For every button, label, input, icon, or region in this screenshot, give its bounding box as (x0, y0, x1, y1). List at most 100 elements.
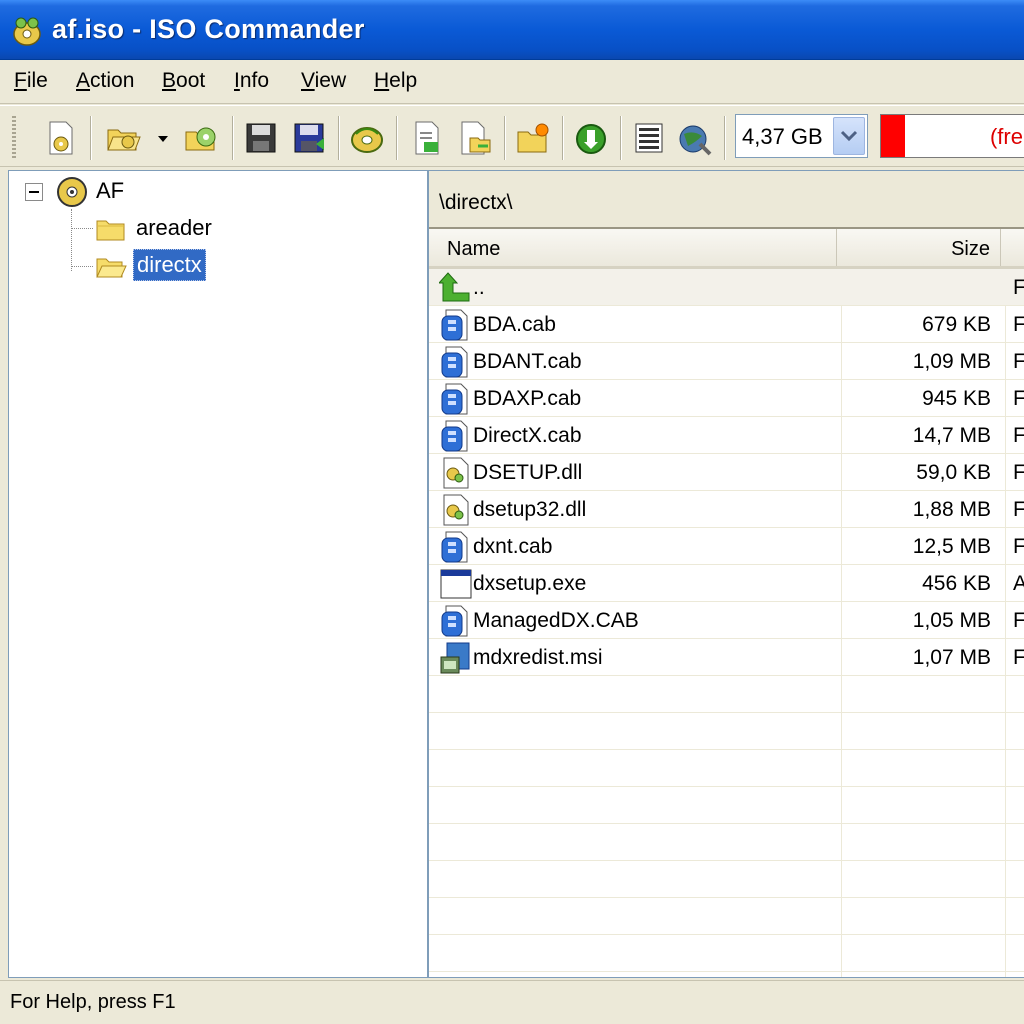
toolbar-separator (396, 116, 398, 160)
file-attribute: F (1013, 424, 1024, 448)
folder-tree[interactable]: AF areader directx (8, 170, 428, 978)
new-image-button[interactable] (42, 118, 80, 158)
file-list-pane: \directx\ Name Size ..FBDA.cab679 KBFBDA… (428, 170, 1024, 978)
file-name: ManagedDX.CAB (473, 609, 639, 632)
file-attribute: F (1013, 609, 1024, 633)
menu-action-key: A (76, 69, 91, 92)
file-row[interactable]: BDANT.cab 1,09 MB F (429, 343, 1024, 380)
empty-row (429, 750, 1024, 787)
free-space-suffix: (fre (989, 124, 1023, 149)
open-recent-button[interactable] (182, 118, 220, 158)
file-row[interactable]: DirectX.cab 14,7 MB F (429, 417, 1024, 454)
file-row[interactable]: mdxredist.msi 1,07 MB F (429, 639, 1024, 676)
internet-button[interactable] (676, 118, 714, 158)
file-row[interactable]: dsetup32.dll 1,88 MB F (429, 491, 1024, 528)
toolbar (0, 105, 1024, 167)
title-bar[interactable]: af.iso - ISO Commander (0, 0, 1024, 60)
file-list: ..FBDA.cab679 KBFBDANT.cab1,09 MBFBDAXP.… (429, 269, 1024, 977)
file-attribute: A (1013, 572, 1024, 596)
menu-file[interactable]: File (14, 69, 48, 93)
menu-action-rest: ction (90, 69, 135, 92)
chevron-down-icon (158, 136, 168, 142)
empty-row (429, 935, 1024, 972)
disc-icon (351, 127, 383, 153)
file-attribute: F (1013, 461, 1024, 485)
disc-capacity-value: 4,37 GB (742, 124, 823, 149)
cab-file-icon (439, 345, 473, 379)
cab-file-icon (439, 419, 473, 453)
empty-row (429, 787, 1024, 824)
file-size: 1,09 MB (912, 350, 991, 373)
file-name: .. (473, 276, 485, 299)
column-header-size[interactable]: Size (837, 229, 1001, 266)
extract-button[interactable] (572, 118, 610, 158)
file-name: mdxredist.msi (473, 646, 603, 669)
file-attribute: F (1013, 313, 1024, 337)
file-name: dxnt.cab (473, 535, 553, 558)
status-bar: For Help, press F1 (0, 980, 1024, 1024)
parent-directory-row[interactable]: .. F (429, 269, 1024, 306)
open-folder-icon (107, 129, 141, 151)
new-folder-button[interactable] (514, 118, 552, 158)
menu-help[interactable]: Help (374, 69, 417, 93)
file-name: dsetup32.dll (473, 498, 587, 521)
chevron-down-icon (840, 130, 858, 142)
folder-icon (95, 213, 127, 243)
file-size: 1,07 MB (912, 646, 991, 669)
collapse-toggle[interactable] (25, 183, 43, 201)
capacity-dropdown-button[interactable] (833, 117, 865, 155)
tree-item-areader[interactable]: areader (133, 213, 215, 243)
burn-button[interactable] (348, 118, 386, 158)
file-row[interactable]: BDAXP.cab 945 KB F (429, 380, 1024, 417)
menu-info-rest: nfo (239, 69, 270, 92)
toolbar-separator (724, 116, 726, 160)
tree-item-directx[interactable]: directx (133, 249, 206, 281)
disc-folder-icon (185, 127, 216, 151)
new-folder-icon (517, 123, 549, 153)
file-row[interactable]: dxsetup.exe 456 KB A (429, 565, 1024, 602)
file-size: 1,88 MB (912, 498, 991, 521)
open-folder-icon (95, 251, 127, 281)
toolbar-grip[interactable] (12, 116, 16, 160)
add-folder-button[interactable] (456, 118, 494, 158)
file-name: BDANT.cab (473, 350, 582, 373)
add-files-button[interactable] (408, 118, 446, 158)
menu-info[interactable]: Info (234, 69, 269, 93)
file-name: BDA.cab (473, 313, 556, 336)
free-space-label: 667 MB (fre (908, 124, 1023, 150)
menu-boot-key: B (162, 69, 177, 92)
column-header-attributes[interactable] (1001, 229, 1024, 266)
tree-root-label[interactable]: AF (93, 176, 127, 206)
open-button[interactable] (104, 118, 142, 158)
dll-file-icon (439, 493, 473, 527)
up-folder-icon (437, 271, 473, 305)
current-path: \directx\ (439, 191, 513, 214)
column-header: Name Size (429, 229, 1024, 269)
save-button[interactable] (242, 118, 280, 158)
file-size: 945 KB (922, 387, 991, 410)
file-name: BDAXP.cab (473, 387, 582, 410)
file-name: DirectX.cab (473, 424, 582, 447)
extract-icon (576, 124, 606, 154)
window-title: af.iso - ISO Commander (52, 14, 365, 44)
open-dropdown-button[interactable] (144, 118, 168, 158)
menu-view-key: V (301, 69, 315, 92)
properties-button[interactable] (630, 118, 668, 158)
toolbar-separator (232, 116, 234, 160)
file-size: 59,0 KB (916, 461, 991, 484)
toolbar-separator (620, 116, 622, 160)
cab-file-icon (439, 382, 473, 416)
file-row[interactable]: BDA.cab 679 KB F (429, 306, 1024, 343)
menu-boot[interactable]: Boot (162, 69, 205, 93)
file-row[interactable]: DSETUP.dll 59,0 KB F (429, 454, 1024, 491)
cab-file-icon (439, 308, 473, 342)
file-attribute: F (1013, 498, 1024, 522)
file-row[interactable]: dxnt.cab 12,5 MB F (429, 528, 1024, 565)
file-row[interactable]: ManagedDX.CAB 1,05 MB F (429, 602, 1024, 639)
menu-view[interactable]: View (301, 69, 346, 93)
msi-file-icon (439, 641, 473, 675)
column-header-name[interactable]: Name (429, 229, 837, 266)
disc-capacity-select[interactable]: 4,37 GB (735, 114, 868, 158)
menu-action[interactable]: Action (76, 69, 134, 93)
save-as-button[interactable] (290, 118, 328, 158)
